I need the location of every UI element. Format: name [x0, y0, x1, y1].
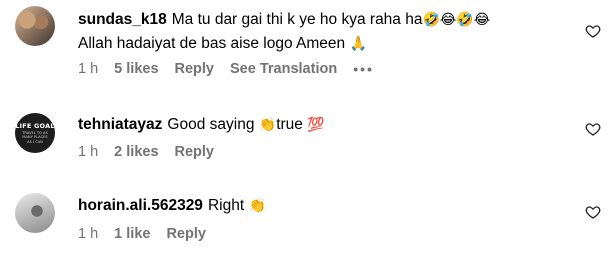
comment-time: 1 h	[78, 61, 99, 77]
emoji: 🙏	[349, 36, 367, 52]
more-options-icon[interactable]: •••	[353, 61, 374, 77]
avatar-text: LIFE GOAL	[15, 122, 55, 131]
likes-count[interactable]: 2 likes	[114, 144, 158, 160]
heart-outline-icon[interactable]	[585, 121, 601, 137]
comment-text: tehniatayaz Good saying 👏true 💯	[78, 113, 578, 137]
avatar[interactable]	[15, 6, 55, 46]
likes-count[interactable]: 1 like	[114, 226, 150, 242]
comment-text: sundas_k18 Ma tu dar gai thi k ye ho kya …	[78, 8, 578, 56]
comment-username[interactable]: horain.ali.562329	[78, 197, 203, 214]
emoji: 👏	[258, 117, 277, 133]
heart-outline-icon[interactable]	[585, 23, 601, 39]
avatar[interactable]: LIFE GOAL TRAVEL TO AS MANY PLACES AS I …	[15, 113, 55, 153]
heart-outline-icon[interactable]	[585, 204, 601, 220]
avatar[interactable]	[15, 193, 55, 233]
see-translation-button[interactable]: See Translation	[230, 61, 337, 77]
comment-meta: 1 h 2 likes Reply	[78, 144, 230, 160]
avatar-subtext: TRAVEL TO AS MANY PLACES AS I CAN	[22, 131, 48, 144]
emoji: 👏	[248, 198, 266, 214]
comment-username[interactable]: sundas_k18	[78, 11, 167, 28]
comment-time: 1 h	[78, 144, 99, 160]
comment-body: Ma tu dar gai thi k ye ho kya raha ha	[171, 11, 423, 28]
comment-meta: 1 h 5 likes Reply See Translation •••	[78, 61, 390, 77]
comment-body-part2: true	[276, 116, 303, 133]
comment-body: Good saying	[167, 116, 255, 133]
comment-text: horain.ali.562329 Right 👏	[78, 194, 578, 218]
emoji: 💯	[307, 117, 325, 133]
emoji: 🤣😂🤣😂	[422, 12, 491, 28]
comment-time: 1 h	[78, 226, 99, 242]
comment-body-line2: Allah hadaiyat de bas aise logo Ameen	[78, 35, 346, 52]
reply-button[interactable]: Reply	[166, 226, 206, 242]
reply-button[interactable]: Reply	[175, 144, 215, 160]
reply-button[interactable]: Reply	[175, 61, 215, 77]
comment-meta: 1 h 1 like Reply	[78, 226, 222, 242]
comment-username[interactable]: tehniatayaz	[78, 116, 162, 133]
likes-count[interactable]: 5 likes	[114, 61, 158, 77]
comment-body: Right	[207, 197, 245, 214]
